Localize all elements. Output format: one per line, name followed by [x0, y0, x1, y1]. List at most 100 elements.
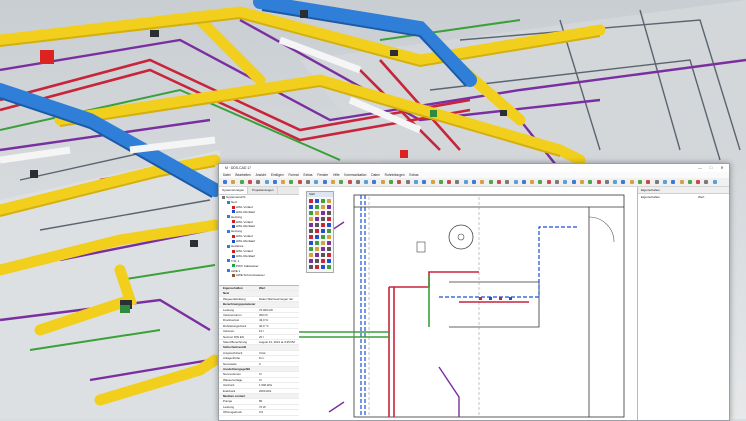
tree-item[interactable]: HWL Rücklauf	[232, 239, 255, 243]
toolbar-tool-icon[interactable]	[389, 179, 393, 184]
tree-item[interactable]: AWE 1	[227, 269, 240, 273]
toolbar-tool-icon[interactable]	[364, 179, 369, 184]
palette-symbol-icon[interactable]	[321, 205, 325, 209]
toolbar-tool-icon[interactable]	[671, 179, 676, 184]
toolbar-tool-icon[interactable]	[339, 179, 344, 184]
palette-symbol-icon[interactable]	[327, 253, 331, 257]
tree-item[interactable]: Heizkreis	[227, 244, 243, 248]
tree-item[interactable]: T.W. 1	[227, 259, 239, 263]
toolbar-tool-icon[interactable]	[571, 179, 576, 184]
palette-symbol-icon[interactable]	[315, 199, 319, 203]
toolbar-tool-icon[interactable]	[646, 179, 651, 184]
palette-symbol-icon[interactable]	[315, 205, 319, 209]
toolbar-tool-icon[interactable]	[662, 179, 667, 184]
palette-symbol-icon[interactable]	[309, 223, 313, 227]
toolbar-tool-icon[interactable]	[397, 179, 402, 184]
toolbar-tool-icon[interactable]	[256, 179, 261, 184]
toolbar-tool-icon[interactable]	[306, 179, 310, 184]
toolbar-tool-icon[interactable]	[272, 179, 277, 184]
toolbar-tool-icon[interactable]	[322, 179, 327, 184]
toolbar-tool-icon[interactable]	[596, 179, 601, 184]
tree-item[interactable]: Systemansicht	[222, 195, 246, 199]
close-button[interactable]: ✕	[717, 165, 727, 171]
palette-symbol-icon[interactable]	[315, 253, 319, 257]
palette-symbol-icon[interactable]	[327, 217, 331, 221]
minimize-button[interactable]: —	[695, 165, 705, 171]
toolbar-tool-icon[interactable]	[281, 179, 286, 184]
toolbar-tool-icon[interactable]	[405, 179, 410, 184]
palette-symbol-icon[interactable]	[327, 199, 331, 203]
toolbar-tool-icon[interactable]	[413, 179, 418, 184]
tree-item[interactable]: HWL Rücklauf	[232, 224, 255, 228]
toolbar-tool-icon[interactable]	[555, 179, 559, 184]
palette-symbol-icon[interactable]	[315, 217, 319, 221]
palette-symbol-icon[interactable]	[321, 259, 325, 263]
tree-item[interactable]: Heizung	[227, 229, 242, 233]
toolbar-tool-icon[interactable]	[704, 179, 709, 184]
palette-symbol-icon[interactable]	[309, 229, 313, 233]
palette-symbol-icon[interactable]	[309, 217, 313, 221]
tab-systemanzeigen[interactable]: Systemanzeigen	[219, 187, 249, 194]
palette-symbol-icon[interactable]	[327, 223, 331, 227]
palette-symbol-icon[interactable]	[321, 223, 325, 227]
toolbar-tool-icon[interactable]	[496, 179, 501, 184]
toolbar-tool-icon[interactable]	[422, 179, 427, 184]
toolbar-tool-icon[interactable]	[579, 179, 584, 184]
toolbar-tool-icon[interactable]	[530, 179, 535, 184]
toolbar-tool-icon[interactable]	[372, 179, 377, 184]
toolbar-tool-icon[interactable]	[505, 179, 510, 184]
palette-symbol-icon[interactable]	[315, 265, 319, 269]
tree-item[interactable]: PWC Kaltwasser	[232, 264, 259, 268]
tree-item[interactable]: Heizung	[227, 215, 242, 219]
palette-symbol-icon[interactable]	[309, 253, 313, 257]
toolbar-tool-icon[interactable]	[679, 179, 684, 184]
toolbar-tool-icon[interactable]	[629, 179, 634, 184]
toolbar-tool-icon[interactable]	[546, 179, 551, 184]
palette-symbol-icon[interactable]	[321, 235, 325, 239]
palette-symbol-icon[interactable]	[327, 205, 331, 209]
palette-symbol-icon[interactable]	[321, 199, 325, 203]
palette-symbol-icon[interactable]	[327, 241, 331, 245]
toolbar-tool-icon[interactable]	[613, 179, 618, 184]
toolbar-tool-icon[interactable]	[604, 179, 609, 184]
toolbar-tool-icon[interactable]	[239, 179, 244, 184]
toolbar-tool-icon[interactable]	[314, 179, 319, 184]
toolbar-tool-icon[interactable]	[289, 179, 294, 184]
palette-symbol-icon[interactable]	[315, 247, 319, 251]
palette-symbol-icon[interactable]	[309, 247, 313, 251]
palette-symbol-icon[interactable]	[321, 253, 325, 257]
palette-symbol-icon[interactable]	[321, 211, 325, 215]
palette-symbol-icon[interactable]	[315, 235, 319, 239]
palette-symbol-icon[interactable]	[315, 241, 319, 245]
toolbar-tool-icon[interactable]	[430, 179, 435, 184]
toolbar-tool-icon[interactable]	[355, 179, 360, 184]
toolbar-tool-icon[interactable]	[480, 179, 485, 184]
tree-item[interactable]: HWL Vorlauf	[232, 249, 253, 253]
toolbar-tool-icon[interactable]	[438, 179, 443, 184]
drawing-canvas[interactable]	[299, 187, 637, 420]
palette-symbol-icon[interactable]	[309, 259, 313, 263]
palette-symbol-icon[interactable]	[321, 265, 325, 269]
toolbar-tool-icon[interactable]	[447, 179, 452, 184]
toolbar-tool-icon[interactable]	[687, 179, 692, 184]
palette-symbol-icon[interactable]	[309, 199, 313, 203]
toolbar-tool-icon[interactable]	[463, 179, 468, 184]
toolbar-tool-icon[interactable]	[654, 179, 659, 184]
toolbar-tool-icon[interactable]	[330, 179, 335, 184]
toolbar-tool-icon[interactable]	[297, 179, 302, 184]
tree-item[interactable]: HWL Rücklauf	[232, 254, 255, 258]
palette-symbol-icon[interactable]	[315, 223, 319, 227]
tree-item[interactable]: AWE Schmutzwasser	[232, 273, 265, 277]
palette-symbol-icon[interactable]	[309, 235, 313, 239]
palette-symbol-icon[interactable]	[321, 241, 325, 245]
palette-symbol-icon[interactable]	[327, 229, 331, 233]
palette-symbol-icon[interactable]	[309, 241, 313, 245]
palette-symbol-icon[interactable]	[321, 247, 325, 251]
toolbar-tool-icon[interactable]	[696, 179, 701, 184]
toolbar-tool-icon[interactable]	[472, 179, 476, 184]
palette-symbol-icon[interactable]	[327, 211, 331, 215]
tree-item[interactable]: HWL Vorlauf	[232, 205, 253, 209]
palette-symbol-icon[interactable]	[327, 247, 331, 251]
tree-item[interactable]: HWL Vorlauf	[232, 220, 253, 224]
toolbar-tool-icon[interactable]	[380, 179, 385, 184]
